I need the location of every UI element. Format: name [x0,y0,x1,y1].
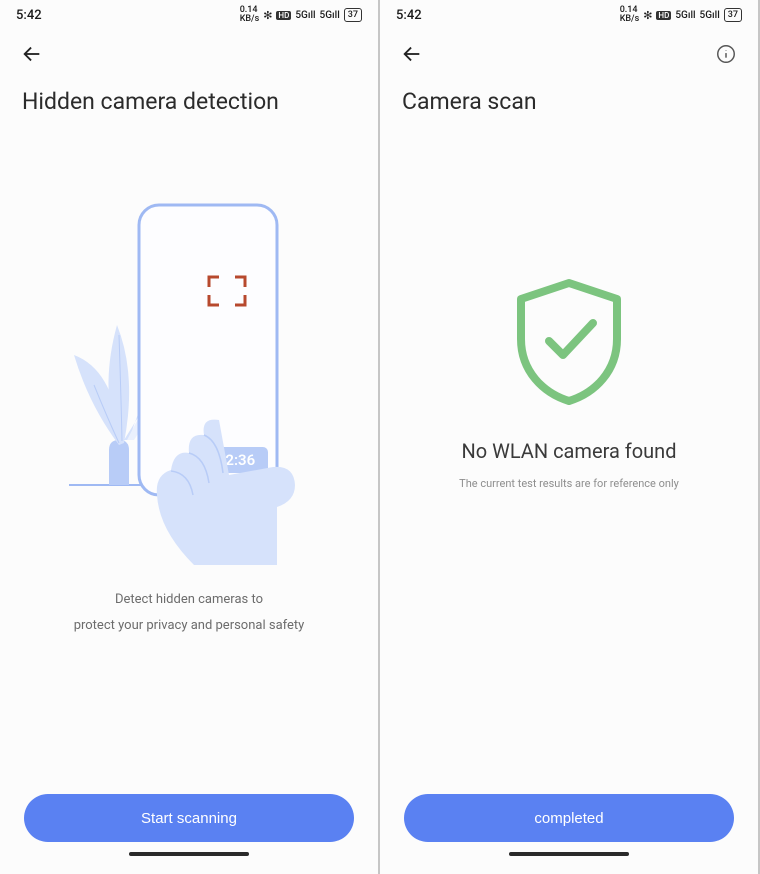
screen-right: 5:42 0.14KB/s ✻ HD 5Gıll 5Gıll 37 Camera… [380,0,760,874]
status-icons: 0.14KB/s ✻ HD 5Gıll 5Gıll 37 [240,6,362,24]
status-icons: 0.14KB/s ✻ HD 5Gıll 5Gıll 37 [620,6,742,24]
result-title: No WLAN camera found [461,439,676,463]
status-time: 5:42 [396,8,422,23]
bluetooth-icon: ✻ [263,9,272,22]
hd-badge: HD [276,11,291,20]
nav-row [0,30,378,78]
status-bar: 5:42 0.14KB/s ✻ HD 5Gıll 5Gıll 37 [380,0,758,30]
start-scanning-button[interactable]: Start scanning [24,794,354,842]
home-indicator[interactable] [129,852,249,856]
description-text: Detect hidden cameras to protect your pr… [34,589,345,637]
content-right: No WLAN camera found The current test re… [380,115,758,794]
battery-icon: 37 [344,8,362,22]
status-time: 5:42 [16,8,42,23]
back-button[interactable] [398,40,426,68]
bottom-area: completed [380,794,758,874]
status-bar: 5:42 0.14KB/s ✻ HD 5Gıll 5Gıll 37 [0,0,378,30]
bottom-area: Start scanning [0,794,378,874]
content-left: 02:36 Detect hidden cameras to protect y… [0,115,378,794]
battery-icon: 37 [724,8,742,22]
signal-5g-1: 5Gıll [295,10,315,21]
page-title: Camera scan [380,78,758,115]
bluetooth-icon: ✻ [643,9,652,22]
result-subtitle: The current test results are for referen… [459,477,679,490]
info-button[interactable] [712,40,740,68]
signal-5g-2: 5Gıll [320,10,340,21]
hd-badge: HD [656,11,671,20]
signal-5g-1: 5Gıll [675,10,695,21]
signal-5g-2: 5Gıll [700,10,720,21]
home-indicator[interactable] [509,852,629,856]
back-button[interactable] [18,40,46,68]
result-block: No WLAN camera found The current test re… [459,275,679,490]
completed-button[interactable]: completed [404,794,734,842]
screen-left: 5:42 0.14KB/s ✻ HD 5Gıll 5Gıll 37 Hidden… [0,0,380,874]
illustration-hand-phone: 02:36 [39,185,339,565]
nav-row [380,30,758,78]
shield-check-icon [509,275,629,405]
page-title: Hidden camera detection [0,78,378,115]
